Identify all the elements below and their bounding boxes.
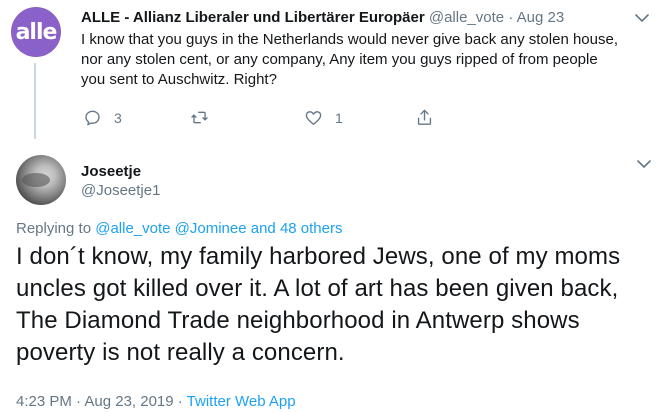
avatar-photo-shade [22,173,50,187]
main-tweet: Joseetje @Joseetje1 Replying to @alle_vo… [0,142,660,412]
avatar-logo-text: alle [15,19,58,45]
retweet-button[interactable] [190,108,221,127]
thread-connector-line [34,63,36,139]
tweet-header: ALLE - Allianz Liberaler und Libertärer … [81,8,564,28]
chevron-down-icon[interactable] [636,156,652,172]
display-name[interactable]: Joseetje [81,162,141,182]
avatar[interactable] [16,155,66,205]
tweet-actions: 3 1 [81,108,441,128]
tweet-timestamp[interactable]: 4:23 PM · Aug 23, 2019 · [16,393,187,410]
separator-dot: · [508,9,514,26]
like-button[interactable]: 1 [304,108,343,127]
tweet-text: I know that you guys in the Netherlands … [81,31,618,88]
share-icon [415,108,434,127]
user-handle[interactable]: @alle_vote [429,9,504,26]
reply-count: 3 [114,109,122,126]
avatar[interactable]: alle [11,7,61,57]
reply-icon [83,108,102,127]
user-handle[interactable]: @Joseetje1 [81,181,160,201]
tweet-source-link[interactable]: Twitter Web App [187,393,296,410]
like-count: 1 [335,109,343,126]
chevron-down-icon[interactable] [634,10,650,26]
replying-to-label: Replying to [16,220,92,237]
like-icon [304,108,323,127]
replying-to-mentions[interactable]: @alle_vote @Jominee and 48 others [95,220,342,237]
replying-to-line: Replying to @alle_vote @Jominee and 48 o… [16,219,342,239]
tweet-text: I don´t know, my family harbored Jews, o… [16,243,621,366]
parent-tweet[interactable]: alle ALLE - Allianz Liberaler und Libert… [0,0,660,142]
reply-button[interactable]: 3 [83,108,122,127]
tweet-metadata: 4:23 PM · Aug 23, 2019 · Twitter Web App [16,392,296,412]
share-button[interactable] [415,108,434,127]
display-name[interactable]: ALLE - Allianz Liberaler und Libertärer … [81,9,425,26]
retweet-icon [190,108,209,127]
tweet-date[interactable]: Aug 23 [517,9,565,26]
